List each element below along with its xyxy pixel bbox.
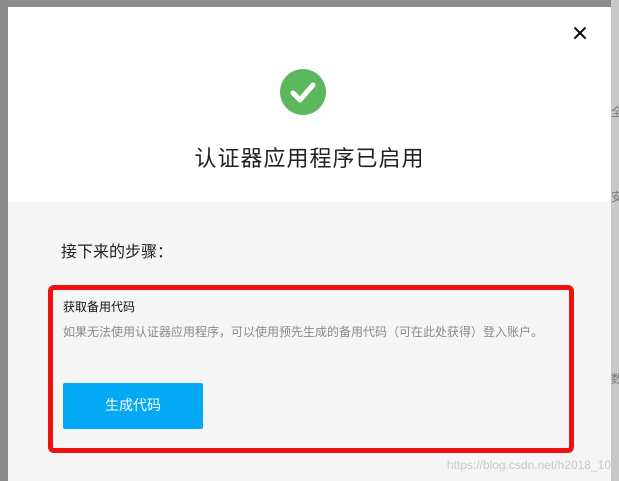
next-steps-heading: 接下来的步骤： — [61, 242, 174, 261]
background-fragment: 安 — [611, 190, 619, 204]
close-button[interactable] — [571, 24, 589, 42]
background-fragment: 全 — [611, 105, 619, 119]
next-steps-section: 接下来的步骤： 获取备用代码 如果无法使用认证器应用程序，可以使用预先生成的备用… — [8, 202, 611, 481]
step-description: 如果无法使用认证器应用程序，可以使用预先生成的备用代码（可在此处获得）登入账户。 — [63, 325, 544, 339]
backup-codes-step-card: 获取备用代码 如果无法使用认证器应用程序，可以使用预先生成的备用代码（可在此处获… — [48, 285, 574, 453]
background-fragment: 数 — [611, 372, 619, 386]
dialog-title: 认证器应用程序已启用 — [194, 147, 425, 172]
close-icon — [574, 27, 586, 39]
authenticator-enabled-dialog: 认证器应用程序已启用 接下来的步骤： 获取备用代码 如果无法使用认证器应用程序，… — [8, 7, 611, 481]
watermark: https://blog.csdn.net/h2018_10 — [446, 458, 611, 472]
generate-codes-button[interactable]: 生成代码 — [63, 383, 203, 429]
step-title: 获取备用代码 — [63, 300, 136, 314]
check-circle-icon — [280, 69, 326, 115]
background-page-edge: 全 安 数 — [611, 0, 619, 481]
